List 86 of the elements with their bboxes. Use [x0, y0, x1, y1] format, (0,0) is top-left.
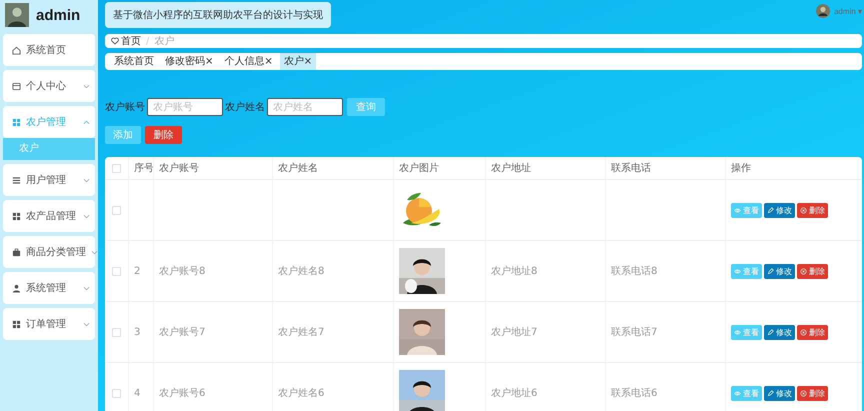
grid-icon [12, 212, 21, 220]
column-header: 操作 [731, 162, 751, 175]
eye-icon [734, 390, 741, 396]
delete-button[interactable]: 删除 [797, 202, 828, 218]
table-cell-text: 农户姓名6 [278, 386, 324, 400]
table-cell-text: 农户姓名8 [278, 264, 324, 278]
pencil-icon [767, 328, 774, 336]
chevron-icon [91, 250, 98, 254]
breadcrumb-item[interactable]: 首页 [121, 34, 141, 48]
table-cell-text: 农户账号8 [159, 264, 206, 278]
table-cell: 2 [134, 266, 140, 276]
eye-icon [734, 328, 741, 336]
field-label: 农户姓名 [225, 100, 265, 114]
chevron-icon [83, 120, 90, 124]
edit-button[interactable]: 修改 [764, 324, 795, 340]
heart-icon [111, 37, 119, 45]
sidebar-item[interactable]: 系统管理 [3, 272, 95, 304]
chevron-icon [83, 84, 90, 88]
sidebar-item[interactable]: 农产品管理 [3, 200, 95, 232]
close-circle-icon [800, 328, 807, 336]
sidebar-item[interactable]: 商品分类管理 [3, 236, 95, 268]
column-header: 农户地址 [491, 162, 531, 175]
close-circle-icon [800, 268, 807, 274]
field-label: 农户账号 [105, 100, 145, 114]
tab[interactable]: 个人信息× [220, 53, 277, 70]
home-icon [12, 46, 21, 54]
sidebar-item[interactable]: 个人中心 [3, 70, 95, 102]
delete-button[interactable]: 删除 [797, 324, 828, 340]
person-icon [12, 284, 21, 292]
pencil-icon [767, 206, 774, 214]
edit-button[interactable]: 修改 [764, 264, 795, 278]
table-cell: 4 [134, 388, 140, 398]
pencil-icon [767, 268, 774, 274]
eye-icon [734, 206, 741, 214]
column-header: 联系电话 [611, 162, 651, 175]
table-cell-text: 农户地址8 [491, 264, 538, 278]
table-cell-text: 农户地址7 [491, 326, 538, 339]
delete-button[interactable]: 删除 [797, 386, 828, 400]
username: admin [36, 6, 80, 24]
edit-button[interactable]: 修改 [764, 202, 795, 218]
tab[interactable]: 系统首页 [110, 53, 158, 70]
checkbox[interactable] [112, 328, 121, 336]
sidebar-item[interactable]: 系统首页 [3, 34, 95, 66]
user-menu[interactable]: admin ▾ [834, 6, 862, 16]
table-cell-text: 农户账号7 [159, 326, 206, 339]
search-field[interactable]: 农户账号 [147, 98, 223, 116]
sidebar-item[interactable]: 用户管理 [3, 164, 95, 196]
table-cell-text: 联系电话8 [611, 264, 658, 278]
avatar-icon [816, 4, 830, 18]
pencil-icon [767, 390, 774, 396]
chevron-icon [83, 214, 90, 218]
chevron-icon [83, 286, 90, 290]
search-field[interactable]: 农户姓名 [267, 98, 343, 116]
breadcrumb-item: 农户 [154, 34, 174, 48]
list-icon [12, 176, 21, 184]
tab[interactable]: 农户× [280, 53, 316, 70]
chevron-icon [83, 322, 90, 326]
delete-button[interactable]: 删除 [145, 126, 182, 144]
checkbox[interactable] [112, 388, 121, 398]
grid-icon [12, 118, 21, 126]
tab[interactable]: 修改密码× [161, 53, 218, 70]
card-icon [12, 82, 21, 90]
edit-button[interactable]: 修改 [764, 386, 795, 400]
avatar-icon [5, 3, 29, 27]
eye-icon [734, 268, 741, 274]
bag-icon [12, 248, 21, 256]
app-title: 基于微信小程序的互联网助农平台的设计与实现 [105, 2, 331, 28]
table-cell-text: 农户地址6 [491, 386, 538, 400]
close-circle-icon [800, 206, 807, 214]
column-header: 农户姓名 [278, 162, 318, 175]
chevron-icon [83, 178, 90, 182]
table-cell-text: 联系电话7 [611, 326, 658, 339]
breadcrumb-separator: / [146, 36, 150, 46]
table-cell: 3 [134, 326, 140, 338]
table-cell-text: 联系电话6 [611, 386, 658, 400]
delete-button[interactable]: 删除 [797, 264, 828, 278]
checkbox[interactable] [112, 266, 121, 276]
column-header: 农户图片 [399, 162, 439, 175]
sidebar-item[interactable]: 订单管理 [3, 308, 95, 340]
grid-icon [12, 320, 21, 328]
column-header: 农户账号 [159, 162, 199, 175]
close-circle-icon [800, 390, 807, 396]
checkbox[interactable] [112, 164, 121, 172]
table-cell-text: 农户账号6 [159, 386, 206, 400]
table-cell-text: 农户姓名7 [278, 326, 324, 339]
checkbox[interactable] [112, 206, 121, 214]
